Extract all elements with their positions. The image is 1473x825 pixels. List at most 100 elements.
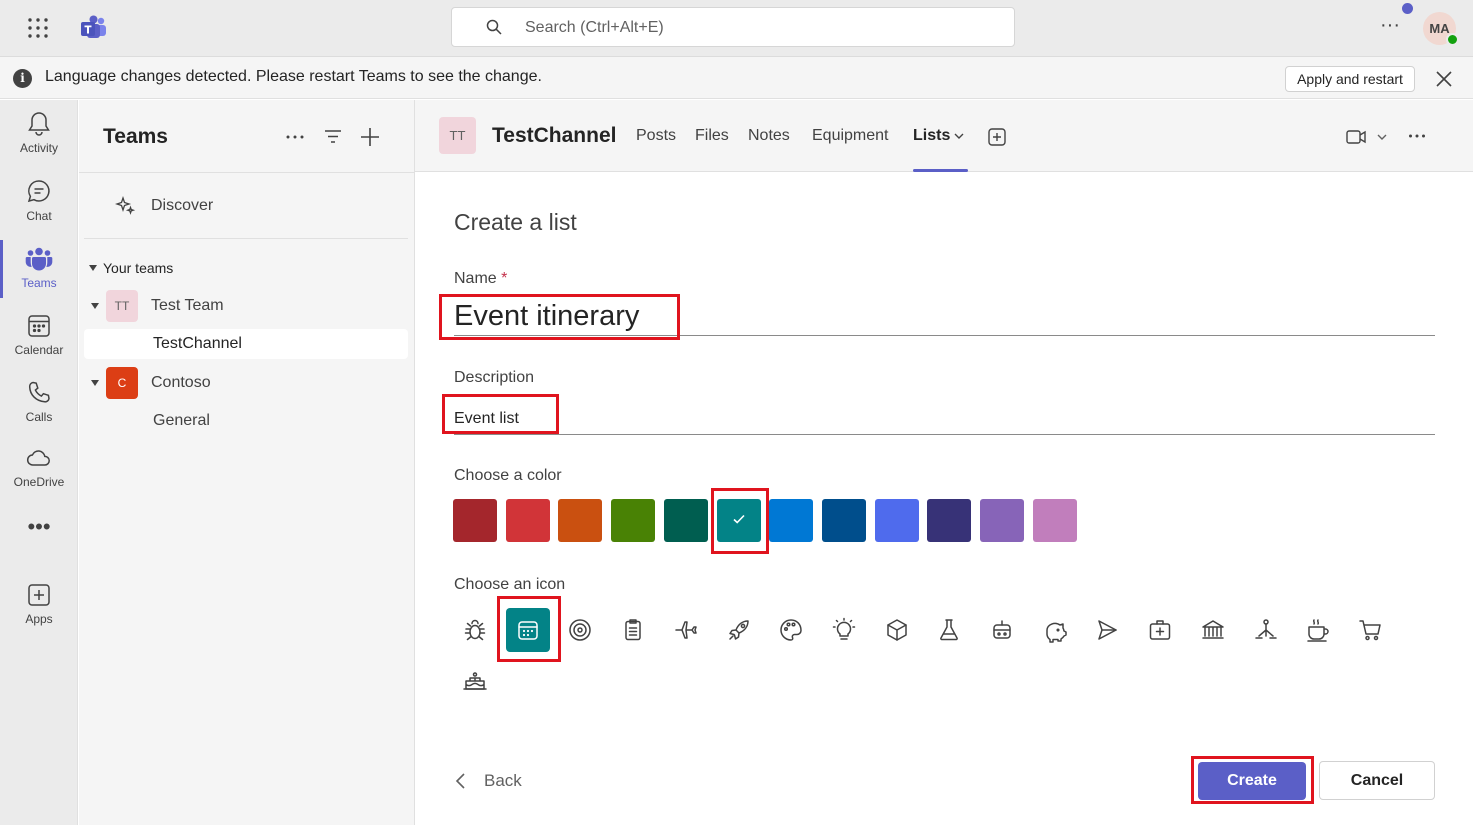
color-swatch[interactable]: [611, 499, 656, 542]
color-swatch[interactable]: [663, 499, 708, 542]
active-tab-indicator: [913, 169, 968, 172]
tab-files[interactable]: Files: [695, 127, 729, 172]
rail-item-apps[interactable]: Apps: [0, 581, 78, 641]
tab-notes[interactable]: Notes: [748, 127, 790, 172]
back-button[interactable]: Back: [454, 769, 522, 793]
icon-option-shopping-cart[interactable]: [1349, 608, 1393, 652]
bug-icon: [464, 619, 486, 641]
description-input[interactable]: [454, 403, 1435, 435]
icon-option-palette[interactable]: [769, 608, 813, 652]
your-teams-header[interactable]: Your teams: [89, 260, 173, 278]
name-label-text: Name: [454, 270, 497, 287]
apply-and-restart-button[interactable]: Apply and restart: [1285, 66, 1415, 92]
chevron-down-icon: [89, 265, 97, 271]
icon-option-airplane[interactable]: [664, 608, 708, 652]
more-options-icon[interactable]: ···: [1378, 15, 1402, 40]
icon-option-coffee[interactable]: [1296, 608, 1340, 652]
icon-option-hierarchy[interactable]: [1244, 608, 1288, 652]
hierarchy-icon: [1254, 619, 1277, 639]
divider: [79, 172, 415, 173]
more-options-icon[interactable]: [1407, 126, 1427, 146]
channel-item-general[interactable]: General: [84, 406, 408, 436]
app-launcher-icon[interactable]: [27, 17, 49, 39]
chevron-down-icon: [91, 380, 99, 386]
create-button[interactable]: Create: [1198, 762, 1306, 800]
chat-icon: [27, 180, 50, 203]
color-swatch[interactable]: [821, 499, 866, 542]
title-bar: Search (Ctrl+Alt+E) ··· MA: [0, 0, 1473, 57]
color-swatch[interactable]: [980, 499, 1024, 542]
user-avatar[interactable]: MA: [1423, 12, 1459, 46]
color-swatch[interactable]: [716, 499, 761, 542]
icon-option-cake[interactable]: [453, 658, 497, 702]
add-app-icon: [28, 584, 50, 606]
team-item-contoso[interactable]: C Contoso: [84, 364, 408, 402]
add-icon[interactable]: [359, 126, 381, 148]
team-item-test-team[interactable]: TT Test Team: [84, 287, 408, 325]
icon-option-rocket[interactable]: [717, 608, 761, 652]
icon-option-lightbulb[interactable]: [822, 608, 866, 652]
form-title: Create a list: [454, 209, 577, 235]
color-label: Choose a color: [454, 467, 562, 484]
icon-option-robot[interactable]: [980, 608, 1024, 652]
color-swatch[interactable]: [505, 499, 550, 542]
channel-item-testchannel[interactable]: TestChannel: [84, 329, 408, 359]
cake-icon: [463, 672, 487, 690]
team-avatar: TT: [106, 290, 138, 322]
filter-icon[interactable]: [322, 126, 344, 148]
tab-lists[interactable]: Lists: [913, 127, 950, 172]
discover-item[interactable]: Discover: [84, 186, 407, 226]
team-name: Contoso: [151, 374, 211, 391]
icon-option-bank[interactable]: [1191, 608, 1235, 652]
rail-item-onedrive[interactable]: OneDrive: [0, 446, 78, 506]
tab-posts[interactable]: Posts: [636, 127, 676, 172]
close-icon[interactable]: [1434, 69, 1454, 89]
bank-icon: [1202, 620, 1224, 639]
icon-option-medical-kit[interactable]: [1138, 608, 1182, 652]
chevron-down-icon[interactable]: [1376, 131, 1388, 143]
icon-option-calendar[interactable]: [505, 608, 550, 652]
color-swatch[interactable]: [874, 499, 919, 542]
search-box[interactable]: Search (Ctrl+Alt+E): [451, 7, 1015, 47]
presence-available-icon: [1446, 33, 1459, 46]
icon-option-target[interactable]: [558, 608, 602, 652]
more-apps-icon[interactable]: •••: [24, 516, 54, 542]
color-swatch[interactable]: [927, 499, 972, 542]
coffee-icon: [1307, 619, 1329, 642]
calendar-icon: [517, 621, 538, 640]
tab-equipment[interactable]: Equipment: [812, 127, 889, 172]
banner-message: Language changes detected. Please restar…: [45, 68, 542, 85]
send-icon: [1098, 620, 1118, 640]
rocket-icon: [728, 620, 749, 640]
channel-name: General: [153, 412, 210, 429]
rail-item-calls[interactable]: Calls: [0, 379, 78, 439]
icon-option-cube[interactable]: [875, 608, 919, 652]
notification-dot: [1402, 3, 1413, 14]
icon-option-piggy-bank[interactable]: [1033, 608, 1077, 652]
color-swatch[interactable]: [769, 499, 814, 542]
icon-option-send[interactable]: [1085, 608, 1129, 652]
video-call-icon[interactable]: [1345, 127, 1367, 147]
rail-item-calendar[interactable]: Calendar: [0, 312, 78, 372]
rail-label-calls: Calls: [25, 410, 53, 424]
rail-item-activity[interactable]: Activity: [0, 110, 78, 170]
lightbulb-icon: [832, 617, 856, 640]
cancel-button[interactable]: Cancel: [1319, 761, 1435, 800]
rail-item-chat[interactable]: Chat: [0, 178, 78, 238]
name-input[interactable]: [454, 298, 1435, 336]
rail-label-teams: Teams: [21, 276, 57, 290]
icon-option-beaker[interactable]: [927, 608, 971, 652]
icon-option-bug[interactable]: [453, 608, 497, 652]
icon-option-clipboard[interactable]: [611, 608, 655, 652]
channel-header: TT TestChannel Posts Files Notes Equipme…: [415, 100, 1473, 172]
color-swatch[interactable]: [453, 499, 497, 542]
chevron-down-icon[interactable]: [953, 130, 965, 142]
color-swatch[interactable]: [1032, 499, 1077, 542]
tab-lists-label: Lists: [913, 127, 951, 144]
more-options-icon[interactable]: [284, 126, 306, 148]
add-tab-icon[interactable]: [987, 127, 1007, 147]
color-swatch[interactable]: [558, 499, 603, 542]
palette-icon: [780, 619, 802, 641]
rail-item-teams[interactable]: Teams: [0, 245, 78, 305]
teams-list-pane: Teams Discover Your teams TT Test Team T…: [79, 100, 415, 825]
